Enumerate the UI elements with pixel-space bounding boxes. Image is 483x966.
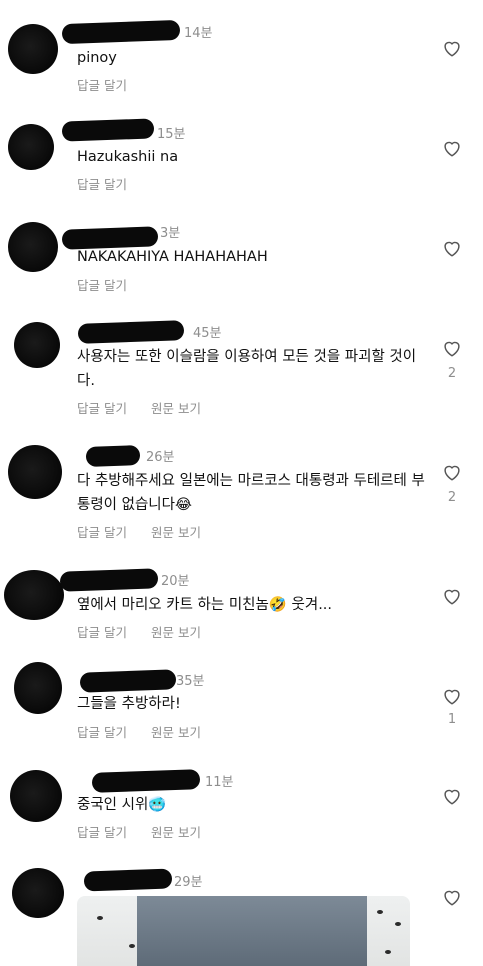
avatar[interactable] bbox=[8, 24, 58, 74]
reply-button[interactable]: 답글 달기 bbox=[77, 78, 127, 93]
view-original-button[interactable]: 원문 보기 bbox=[151, 725, 201, 740]
heart-outline-icon[interactable] bbox=[441, 585, 463, 607]
comment-actions: 답글 달기 bbox=[77, 75, 147, 94]
heart-outline-icon[interactable] bbox=[441, 137, 463, 159]
comment-text: Hazukashii na bbox=[77, 149, 179, 165]
comment-time: 45분 bbox=[193, 326, 222, 341]
username-redacted[interactable] bbox=[85, 445, 141, 467]
comment-actions: 답글 달기 원문 보기 bbox=[77, 522, 221, 541]
heart-outline-icon[interactable] bbox=[441, 785, 463, 807]
comment-image[interactable] bbox=[77, 896, 410, 966]
username-redacted[interactable] bbox=[77, 320, 185, 344]
avatar[interactable] bbox=[8, 124, 54, 170]
image-subject bbox=[137, 896, 367, 966]
username-redacted[interactable] bbox=[79, 669, 177, 693]
comment-text: 다 추방해주세요 일본에는 마르코스 대통령과 두테르테 부통령이 없습니다😂 bbox=[77, 473, 425, 513]
image-speck bbox=[377, 910, 383, 914]
reply-button[interactable]: 답글 달기 bbox=[77, 177, 127, 192]
avatar[interactable] bbox=[14, 322, 60, 368]
comment-text: NAKAKAHIYA HAHAHAHAH bbox=[77, 249, 268, 265]
view-original-button[interactable]: 원문 보기 bbox=[151, 525, 201, 540]
reply-button[interactable]: 답글 달기 bbox=[77, 625, 127, 640]
like-count: 2 bbox=[447, 490, 457, 505]
comment-text: 사용자는 또한 이슬람을 이용하여 모든 것을 파괴할 것이다. bbox=[77, 349, 417, 389]
comment-text: pinoy bbox=[77, 50, 117, 66]
image-speck bbox=[395, 922, 401, 926]
heart-outline-icon[interactable] bbox=[441, 37, 463, 59]
heart-outline-icon[interactable] bbox=[441, 461, 463, 483]
comment-time: 20분 bbox=[161, 574, 190, 589]
comment-text: 그들을 추방하라! bbox=[77, 696, 181, 712]
avatar[interactable] bbox=[4, 570, 64, 620]
username-redacted[interactable] bbox=[61, 19, 181, 45]
reply-button[interactable]: 답글 달기 bbox=[77, 525, 127, 540]
comment-text: 중국인 시위🥶 bbox=[77, 797, 167, 813]
username-redacted[interactable] bbox=[91, 769, 201, 793]
reply-button[interactable]: 답글 달기 bbox=[77, 825, 127, 840]
like-count: 2 bbox=[447, 366, 457, 381]
username-redacted[interactable] bbox=[83, 868, 173, 892]
comment-actions: 답글 달기 원문 보기 bbox=[77, 622, 221, 641]
image-speck bbox=[129, 944, 135, 948]
comment-time: 14분 bbox=[184, 26, 213, 41]
avatar[interactable] bbox=[8, 222, 58, 272]
heart-outline-icon[interactable] bbox=[441, 337, 463, 359]
reply-button[interactable]: 답글 달기 bbox=[77, 401, 127, 416]
comment-actions: 답글 달기 원문 보기 bbox=[77, 722, 221, 741]
view-original-button[interactable]: 원문 보기 bbox=[151, 825, 201, 840]
image-speck bbox=[97, 916, 103, 920]
heart-outline-icon[interactable] bbox=[441, 237, 463, 259]
comment-actions: 답글 달기 원문 보기 bbox=[77, 398, 221, 417]
reply-button[interactable]: 답글 달기 bbox=[77, 725, 127, 740]
comment-actions: 답글 달기 원문 보기 bbox=[77, 822, 221, 841]
comment-time: 3분 bbox=[160, 226, 181, 241]
view-original-button[interactable]: 원문 보기 bbox=[151, 401, 201, 416]
comment-text: 옆에서 마리오 카트 하는 미친놈🤣 웃겨... bbox=[77, 597, 333, 613]
image-speck bbox=[385, 950, 391, 954]
heart-outline-icon[interactable] bbox=[441, 685, 463, 707]
like-count: 1 bbox=[447, 712, 457, 727]
heart-outline-icon[interactable] bbox=[441, 886, 463, 908]
comment-time: 35분 bbox=[176, 674, 205, 689]
view-original-button[interactable]: 원문 보기 bbox=[151, 625, 201, 640]
username-redacted[interactable] bbox=[59, 568, 159, 592]
comment-time: 29분 bbox=[174, 875, 203, 890]
username-redacted[interactable] bbox=[61, 118, 155, 142]
comment-time: 26분 bbox=[146, 450, 175, 465]
comment-time: 15분 bbox=[157, 127, 186, 142]
comment-time: 11분 bbox=[205, 775, 234, 790]
avatar[interactable] bbox=[8, 445, 62, 499]
avatar[interactable] bbox=[14, 662, 62, 714]
reply-button[interactable]: 답글 달기 bbox=[77, 278, 127, 293]
comment-actions: 답글 달기 bbox=[77, 275, 147, 294]
avatar[interactable] bbox=[10, 770, 62, 822]
avatar[interactable] bbox=[12, 868, 64, 918]
comment-actions: 답글 달기 bbox=[77, 174, 147, 193]
